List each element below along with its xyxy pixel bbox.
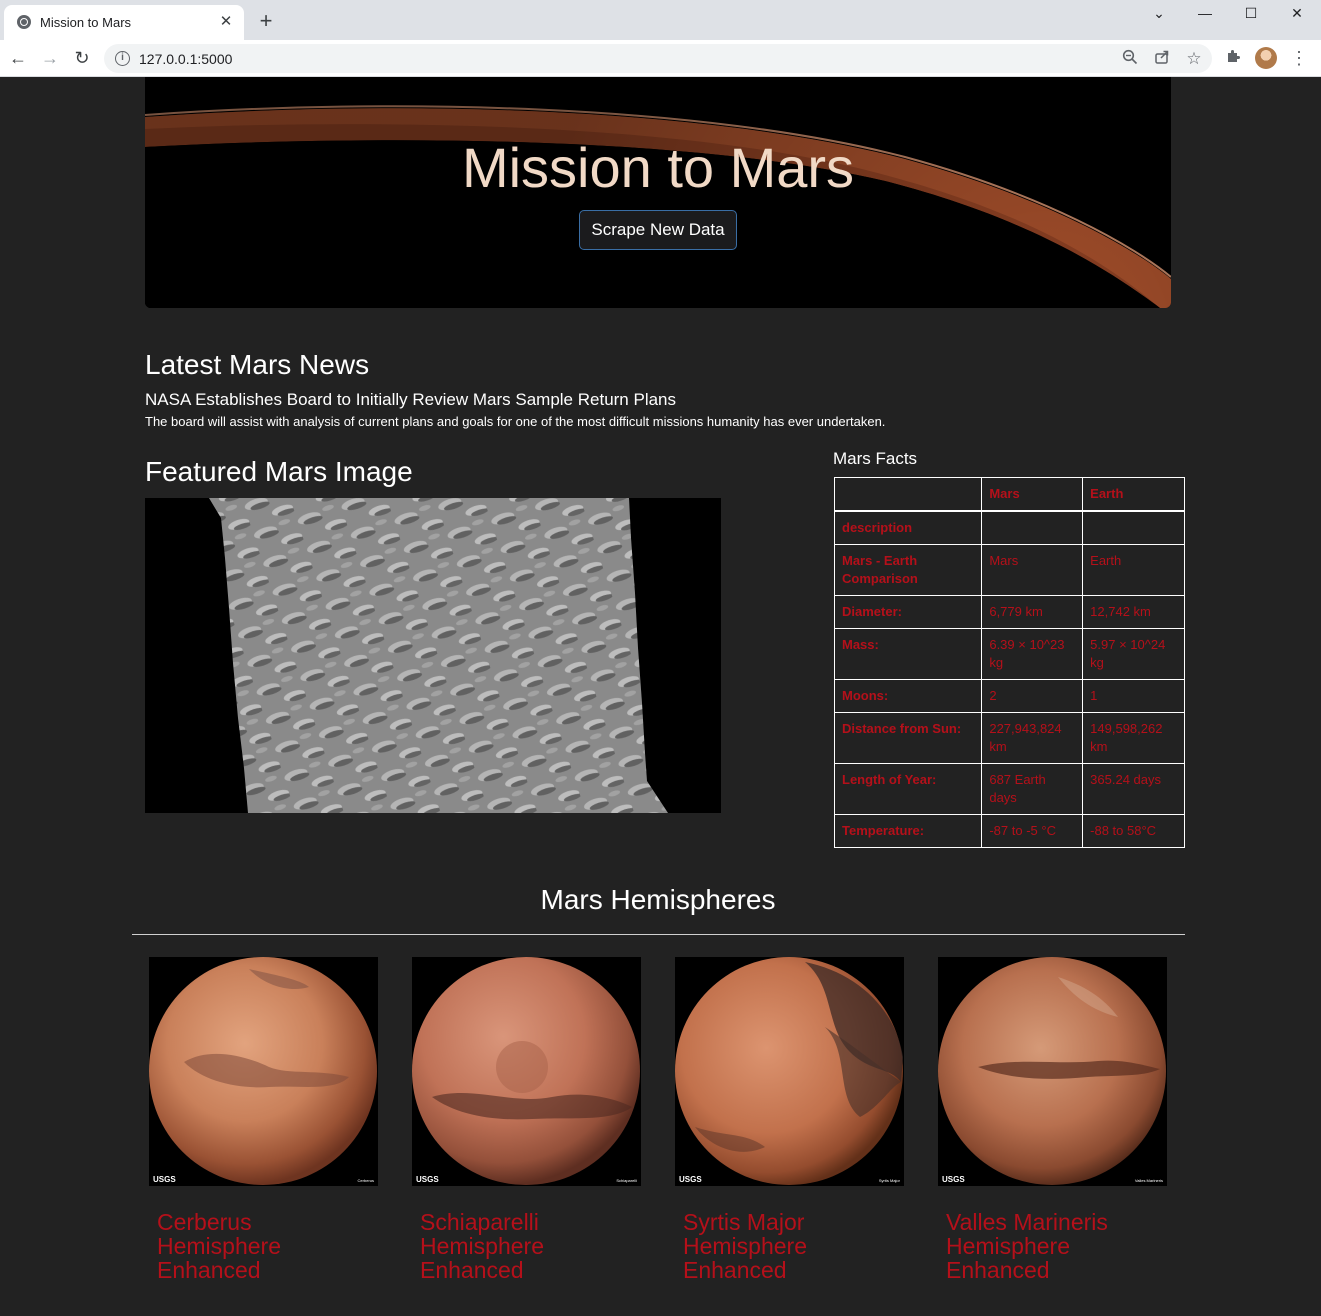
earth-value: 365.24 days: [1082, 763, 1185, 815]
featured-image-heading: Featured Mars Image: [145, 456, 413, 487]
hemisphere-image[interactable]: USGS Syrtis Major: [675, 957, 904, 1186]
maximize-icon[interactable]: ☐: [1228, 0, 1274, 26]
news-title: NASA Establishes Board to Initially Revi…: [145, 390, 677, 409]
mars-value: 6.39 × 10^23 kg: [981, 628, 1084, 680]
address-bar[interactable]: i 127.0.0.1:5000 ☆: [104, 44, 1212, 73]
hemisphere-logo: USGS: [942, 1175, 965, 1184]
earth-value: 149,598,262 km: [1082, 712, 1185, 764]
hemisphere-title-link[interactable]: Cerberus Hemisphere Enhanced: [157, 1210, 372, 1282]
table-row: Mass: 6.39 × 10^23 kg 5.97 × 10^24 kg: [833, 628, 1185, 680]
page-content: Mission to Mars Scrape New Data Latest M…: [0, 77, 1321, 1316]
column-header: Mars: [981, 477, 1084, 512]
table-row: Moons: 2 1: [833, 679, 1185, 713]
hemisphere-caption: Syrtis Major: [879, 1178, 901, 1183]
forward-icon[interactable]: →: [38, 46, 62, 70]
earth-value: 1: [1082, 679, 1185, 713]
hemispheres-heading: Mars Hemispheres: [540, 884, 776, 915]
mars-value: 6,779 km: [981, 595, 1084, 629]
earth-value: -88 to 58°C: [1082, 814, 1185, 848]
back-icon[interactable]: ←: [6, 46, 30, 70]
row-label: Diameter:: [833, 595, 983, 629]
info-icon[interactable]: i: [115, 51, 130, 66]
browser-tabstrip: Mission to Mars ✕ + ⌄ — ☐ ✕: [0, 0, 1321, 40]
browser-toolbar: ← → ↻ i 127.0.0.1:5000 ☆ ⋮: [0, 40, 1321, 77]
earth-value: 5.97 × 10^24 kg: [1082, 628, 1185, 680]
scrape-new-data-button[interactable]: Scrape New Data: [579, 210, 737, 250]
new-tab-icon[interactable]: +: [255, 10, 277, 32]
browser-tab[interactable]: Mission to Mars ✕: [4, 5, 244, 40]
news-teaser: The board will assist with analysis of c…: [145, 414, 886, 429]
hemisphere-image[interactable]: USGS Cerberus: [149, 957, 378, 1186]
minimize-icon[interactable]: —: [1182, 0, 1228, 26]
row-label: Moons:: [833, 679, 983, 713]
hemisphere-title-link[interactable]: Schiaparelli Hemisphere Enhanced: [420, 1210, 635, 1282]
row-label: Mass:: [833, 628, 983, 680]
page-title: Mission to Mars: [461, 136, 855, 199]
mars-value: 687 Earth days: [981, 763, 1084, 815]
earth-value: 12,742 km: [1082, 595, 1185, 629]
table-row: description: [833, 510, 1185, 545]
hemisphere-logo: USGS: [153, 1175, 176, 1184]
url-text[interactable]: 127.0.0.1:5000: [139, 51, 232, 67]
row-label: Temperature:: [833, 814, 983, 848]
reload-icon[interactable]: ↻: [70, 46, 94, 70]
earth-value: [1082, 510, 1185, 545]
star-icon[interactable]: ☆: [1184, 49, 1204, 69]
table-row: Distance from Sun: 227,943,824 km 149,59…: [833, 712, 1185, 764]
close-window-icon[interactable]: ✕: [1274, 0, 1320, 26]
table-row: Diameter: 6,779 km 12,742 km: [833, 595, 1185, 629]
news-heading: Latest Mars News: [145, 349, 370, 380]
mars-value: -87 to -5 °C: [981, 814, 1084, 848]
mars-value: 227,943,824 km: [981, 712, 1084, 764]
hemisphere-logo: USGS: [679, 1175, 702, 1184]
row-label: Distance from Sun:: [833, 712, 983, 764]
share-icon[interactable]: [1152, 49, 1172, 69]
hemisphere-title-link[interactable]: Valles Marineris Hemisphere Enhanced: [946, 1210, 1161, 1282]
hemisphere-caption: Cerberus: [358, 1178, 374, 1183]
mars-value: Mars: [981, 544, 1084, 596]
extensions-icon[interactable]: [1223, 48, 1243, 68]
menu-icon[interactable]: ⋮: [1290, 46, 1308, 70]
hemisphere-caption: Schiaparelli: [616, 1178, 637, 1183]
hemisphere-title-link[interactable]: Syrtis Major Hemisphere Enhanced: [683, 1210, 898, 1282]
row-label: Mars - Earth Comparison: [833, 544, 983, 596]
featured-mars-image: [145, 498, 721, 813]
table-row: Mars - Earth Comparison Mars Earth: [833, 544, 1185, 596]
tab-title: Mission to Mars: [40, 15, 132, 30]
tab-search-icon[interactable]: ⌄: [1136, 0, 1182, 26]
zoom-icon[interactable]: [1120, 49, 1140, 69]
column-header: [833, 477, 983, 512]
row-label: Length of Year:: [833, 763, 983, 815]
divider: [132, 934, 1185, 935]
hemisphere-logo: USGS: [416, 1175, 439, 1184]
hemisphere-image[interactable]: USGS Schiaparelli: [412, 957, 641, 1186]
column-header: Earth: [1082, 477, 1185, 512]
mars-facts-table: Mars Earth description Mars - Earth Comp…: [833, 477, 1185, 848]
table-header-row: Mars Earth: [833, 477, 1185, 512]
mars-value: 2: [981, 679, 1084, 713]
earth-value: Earth: [1082, 544, 1185, 596]
hemisphere-caption: Valles Marineris: [1135, 1178, 1163, 1183]
close-tab-icon[interactable]: ✕: [216, 12, 236, 32]
hemisphere-image[interactable]: USGS Valles Marineris: [938, 957, 1167, 1186]
mars-value: [981, 510, 1084, 545]
table-row: Length of Year: 687 Earth days 365.24 da…: [833, 763, 1185, 815]
row-label: description: [833, 510, 983, 545]
jumbotron: Mission to Mars Scrape New Data: [145, 77, 1171, 308]
avatar[interactable]: [1255, 47, 1277, 69]
globe-icon: [17, 15, 31, 29]
facts-heading: Mars Facts: [833, 449, 918, 468]
table-row: Temperature: -87 to -5 °C -88 to 58°C: [833, 814, 1185, 848]
